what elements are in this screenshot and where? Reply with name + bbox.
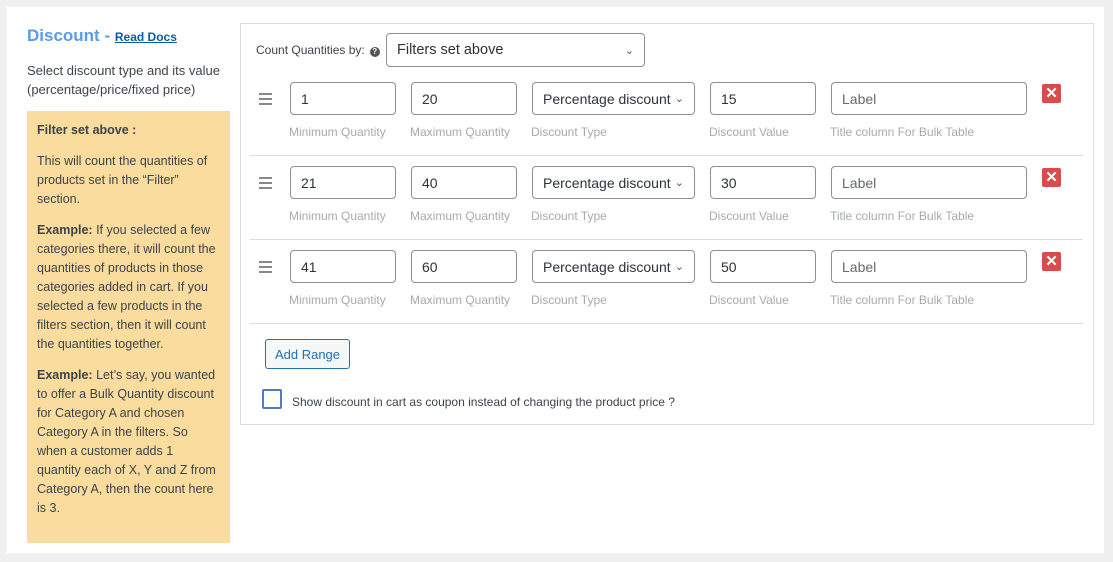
max-quantity-label: Maximum Quantity [410, 125, 511, 139]
max-quantity-input[interactable]: 40 [411, 166, 517, 199]
discount-type-select[interactable]: Percentage discount ⌄ [532, 82, 695, 115]
bulk-title-input[interactable]: Label [831, 166, 1027, 199]
title-sep: - [104, 26, 111, 45]
chevron-down-icon: ⌄ [674, 261, 684, 273]
range-row: 1 20 Percentage discount ⌄ 15 Label ✕ Min… [250, 82, 1083, 156]
example-text: If you selected a few categories there, … [37, 223, 216, 351]
bulk-title-label: Title column For Bulk Table [830, 293, 975, 307]
info-note: Filter set above : This will count the q… [27, 111, 230, 543]
delete-range-button[interactable]: ✕ [1042, 84, 1061, 103]
note-example-2: Example: Let’s say, you wanted to offer … [37, 366, 220, 518]
coupon-checkbox[interactable] [262, 389, 282, 409]
discount-type-label: Discount Type [531, 125, 607, 139]
min-quantity-label: Minimum Quantity [289, 125, 386, 139]
drag-handle-icon[interactable] [259, 93, 272, 108]
min-quantity-input[interactable]: 1 [290, 82, 396, 115]
read-docs-link[interactable]: Read Docs [115, 30, 177, 44]
title-text: Discount [27, 26, 100, 45]
delete-range-button[interactable]: ✕ [1042, 168, 1061, 187]
note-text: This will count the quantities of produc… [37, 154, 208, 206]
count-by-value: Filters set above [397, 42, 504, 58]
min-quantity-input[interactable]: 41 [290, 250, 396, 283]
bulk-title-label: Title column For Bulk Table [830, 125, 975, 139]
section-title: Discount - Read Docs [27, 26, 177, 46]
note-example-1: Example: If you selected a few categorie… [37, 221, 220, 354]
example-text: Let’s say, you wanted to offer a Bulk Qu… [37, 368, 216, 515]
bulk-title-input[interactable]: Label [831, 82, 1027, 115]
count-by-select[interactable]: Filters set above ⌄ [386, 33, 645, 67]
discount-value-input[interactable]: 15 [710, 82, 816, 115]
bulk-title-label: Title column For Bulk Table [830, 209, 975, 223]
discount-type-value: Percentage discount [543, 258, 671, 275]
chevron-down-icon: ⌄ [674, 177, 684, 189]
discount-value-input[interactable]: 50 [710, 250, 816, 283]
coupon-checkbox-label: Show discount in cart as coupon instead … [292, 395, 675, 409]
note-heading: Filter set above : [37, 123, 137, 137]
range-row: 21 40 Percentage discount ⌄ 30 Label ✕ Mi… [250, 166, 1083, 240]
section-description: Select discount type and its value (perc… [27, 63, 220, 97]
discount-type-value: Percentage discount [543, 90, 671, 107]
discount-value-input[interactable]: 30 [710, 166, 816, 199]
bulk-title-input[interactable]: Label [831, 250, 1027, 283]
example-label: Example: [37, 223, 93, 237]
max-quantity-label: Maximum Quantity [410, 209, 511, 223]
min-quantity-label: Minimum Quantity [289, 209, 386, 223]
chevron-down-icon: ⌄ [674, 93, 684, 105]
discount-value-label: Discount Value [709, 293, 789, 307]
example-label: Example: [37, 368, 93, 382]
discount-type-select[interactable]: Percentage discount ⌄ [532, 250, 695, 283]
delete-range-button[interactable]: ✕ [1042, 252, 1061, 271]
count-by-text: Count Quantities by: [256, 43, 365, 57]
discount-type-label: Discount Type [531, 293, 607, 307]
max-quantity-input[interactable]: 60 [411, 250, 517, 283]
drag-handle-icon[interactable] [259, 177, 272, 192]
drag-handle-icon[interactable] [259, 261, 272, 276]
max-quantity-label: Maximum Quantity [410, 293, 511, 307]
discount-value-label: Discount Value [709, 209, 789, 223]
add-range-button[interactable]: Add Range [265, 339, 350, 369]
chevron-down-icon: ⌄ [624, 44, 634, 57]
discount-type-value: Percentage discount [543, 174, 671, 191]
range-row: 41 60 Percentage discount ⌄ 50 Label ✕ Mi… [250, 250, 1083, 324]
help-icon[interactable]: ? [369, 47, 380, 57]
min-quantity-label: Minimum Quantity [289, 293, 386, 307]
discount-value-label: Discount Value [709, 125, 789, 139]
count-by-label: Count Quantities by:? [256, 43, 380, 57]
discount-type-select[interactable]: Percentage discount ⌄ [532, 166, 695, 199]
min-quantity-input[interactable]: 21 [290, 166, 396, 199]
discount-type-label: Discount Type [531, 209, 607, 223]
max-quantity-input[interactable]: 20 [411, 82, 517, 115]
